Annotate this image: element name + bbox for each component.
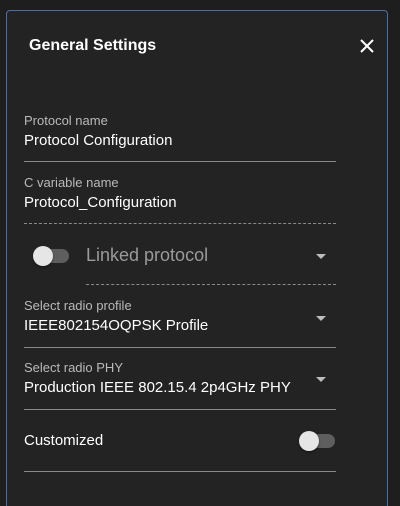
radio-profile-select[interactable]: Select radio profile IEEE802154OQPSK Pro… [24, 298, 336, 336]
c-variable-name-label: C variable name [24, 175, 119, 190]
radio-profile-underline [24, 347, 336, 348]
radio-profile-value: IEEE802154OQPSK Profile [24, 317, 209, 334]
protocol-name-underline [24, 161, 336, 162]
radio-phy-underline [24, 409, 336, 410]
radio-profile-chevron-down-icon[interactable] [316, 316, 326, 321]
protocol-name-field[interactable]: Protocol name Protocol Configuration [24, 113, 336, 151]
customized-underline [24, 471, 336, 472]
linked-protocol-toggle-thumb [33, 246, 53, 266]
linked-protocol-underline [86, 284, 336, 285]
c-variable-name-input[interactable]: Protocol_Configuration [24, 193, 336, 213]
customized-label: Customized [24, 432, 104, 449]
radio-phy-select[interactable]: Select radio PHY Production IEEE 802.15.… [24, 360, 336, 398]
radio-phy-label: Select radio PHY [24, 360, 123, 375]
radio-phy-chevron-down-icon[interactable] [316, 377, 326, 382]
c-variable-name-field[interactable]: C variable name Protocol_Configuration [24, 175, 336, 213]
dialog-title: General Settings [29, 37, 157, 54]
close-icon [360, 39, 374, 53]
linked-protocol-toggle[interactable] [33, 246, 71, 266]
close-button[interactable] [357, 36, 377, 56]
protocol-name-input[interactable]: Protocol Configuration [24, 131, 336, 151]
radio-phy-value: Production IEEE 802.15.4 2p4GHz PHY [24, 379, 291, 396]
linked-protocol-chevron-down-icon[interactable] [316, 254, 326, 259]
general-settings-dialog: General Settings Protocol name Protocol … [6, 10, 388, 506]
customized-toggle-thumb [299, 431, 319, 451]
c-variable-name-underline [24, 223, 336, 224]
customized-toggle[interactable] [299, 431, 337, 451]
protocol-name-label: Protocol name [24, 113, 108, 128]
linked-protocol-select[interactable]: Linked protocol [86, 245, 208, 266]
radio-profile-label: Select radio profile [24, 298, 132, 313]
